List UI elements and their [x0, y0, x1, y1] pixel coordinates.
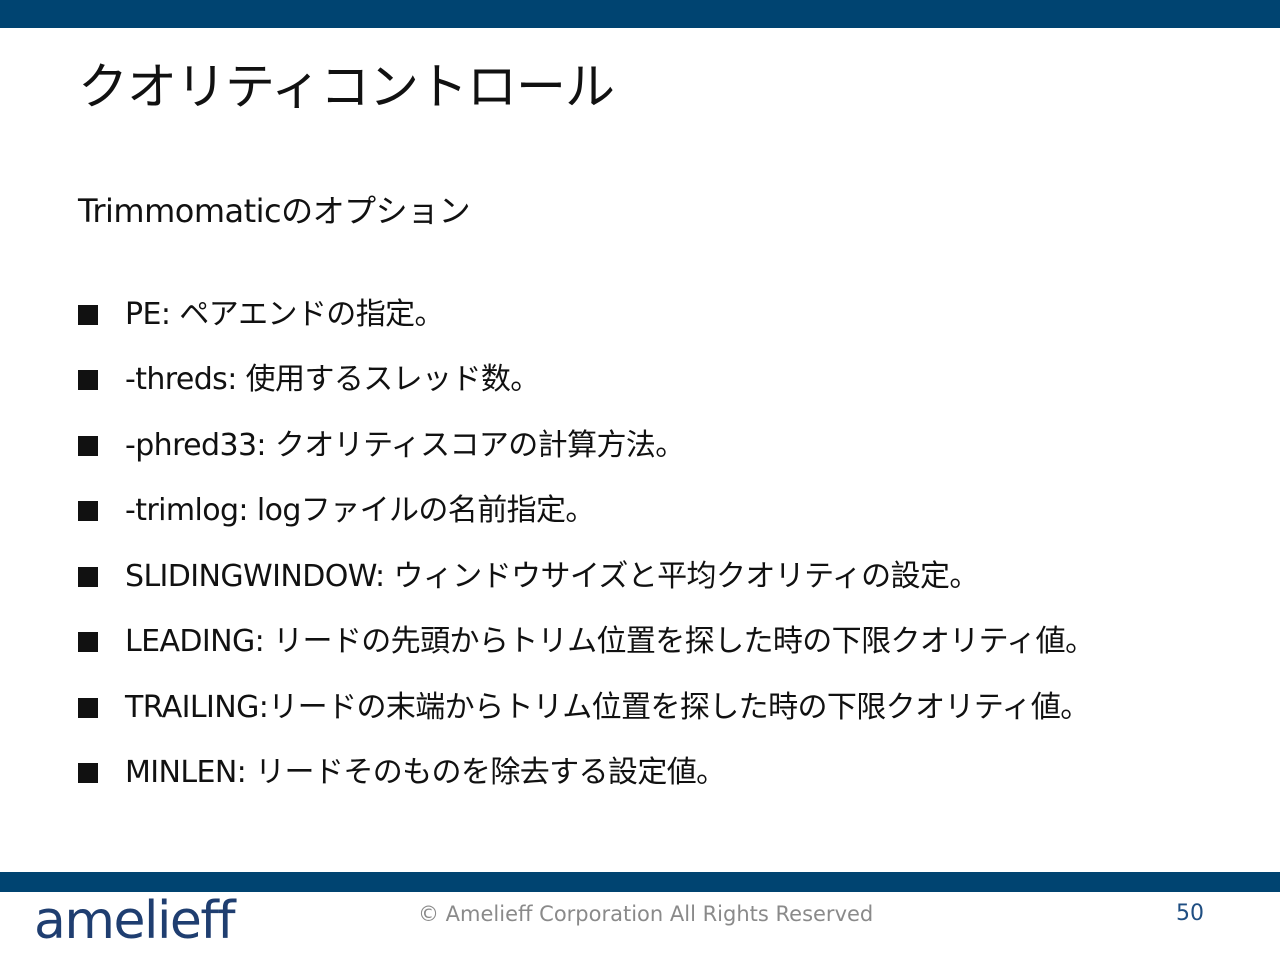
company-logo: amelieff: [34, 891, 236, 951]
top-brand-bar: [0, 0, 1280, 28]
list-item: PE: ペアエンドの指定。: [78, 282, 1094, 348]
copyright-text: © Amelieff Corporation All Rights Reserv…: [418, 902, 874, 926]
bullet-text: TRAILING:リードの末端からトリム位置を探した時の下限クオリティ値。: [125, 689, 1090, 725]
slide-subtitle: Trimmomaticのオプション: [78, 192, 471, 230]
list-item: -threds: 使用するスレッド数。: [78, 348, 1094, 414]
square-bullet-icon: [78, 763, 98, 784]
bullet-text: -phred33: クオリティスコアの計算方法。: [125, 427, 685, 463]
list-item: -trimlog: logファイルの名前指定。: [78, 479, 1094, 545]
list-item: LEADING: リードの先頭からトリム位置を探した時の下限クオリティ値。: [78, 610, 1095, 676]
square-bullet-icon: [78, 501, 98, 522]
square-bullet-icon: [78, 304, 98, 325]
bullet-text: SLIDINGWINDOW: ウィンドウサイズと平均クオリティの設定。: [125, 558, 979, 594]
list-item: MINLEN: リードそのものを除去する設定値。: [78, 741, 1094, 807]
square-bullet-icon: [78, 632, 98, 653]
bullet-text: MINLEN: リードそのものを除去する設定値。: [125, 755, 726, 791]
list-item: -phred33: クオリティスコアの計算方法。: [78, 413, 1094, 479]
square-bullet-icon: [78, 566, 98, 587]
list-item: TRAILING:リードの末端からトリム位置を探した時の下限クオリティ値。: [78, 675, 1094, 741]
bullet-text: PE: ペアエンドの指定。: [125, 296, 444, 332]
page-number: 50: [1176, 901, 1204, 926]
square-bullet-icon: [78, 697, 98, 718]
option-bullet-list: PE: ペアエンドの指定。 -threds: 使用するスレッド数。 -phred…: [78, 282, 1095, 807]
square-bullet-icon: [78, 435, 98, 456]
square-bullet-icon: [78, 370, 98, 391]
bullet-text: LEADING: リードの先頭からトリム位置を探した時の下限クオリティ値。: [125, 624, 1095, 660]
list-item: SLIDINGWINDOW: ウィンドウサイズと平均クオリティの設定。: [78, 544, 1094, 610]
bullet-text: -threds: 使用するスレッド数。: [125, 362, 540, 398]
slide-title: クオリティコントロール: [78, 58, 615, 116]
bullet-text: -trimlog: logファイルの名前指定。: [125, 493, 595, 529]
